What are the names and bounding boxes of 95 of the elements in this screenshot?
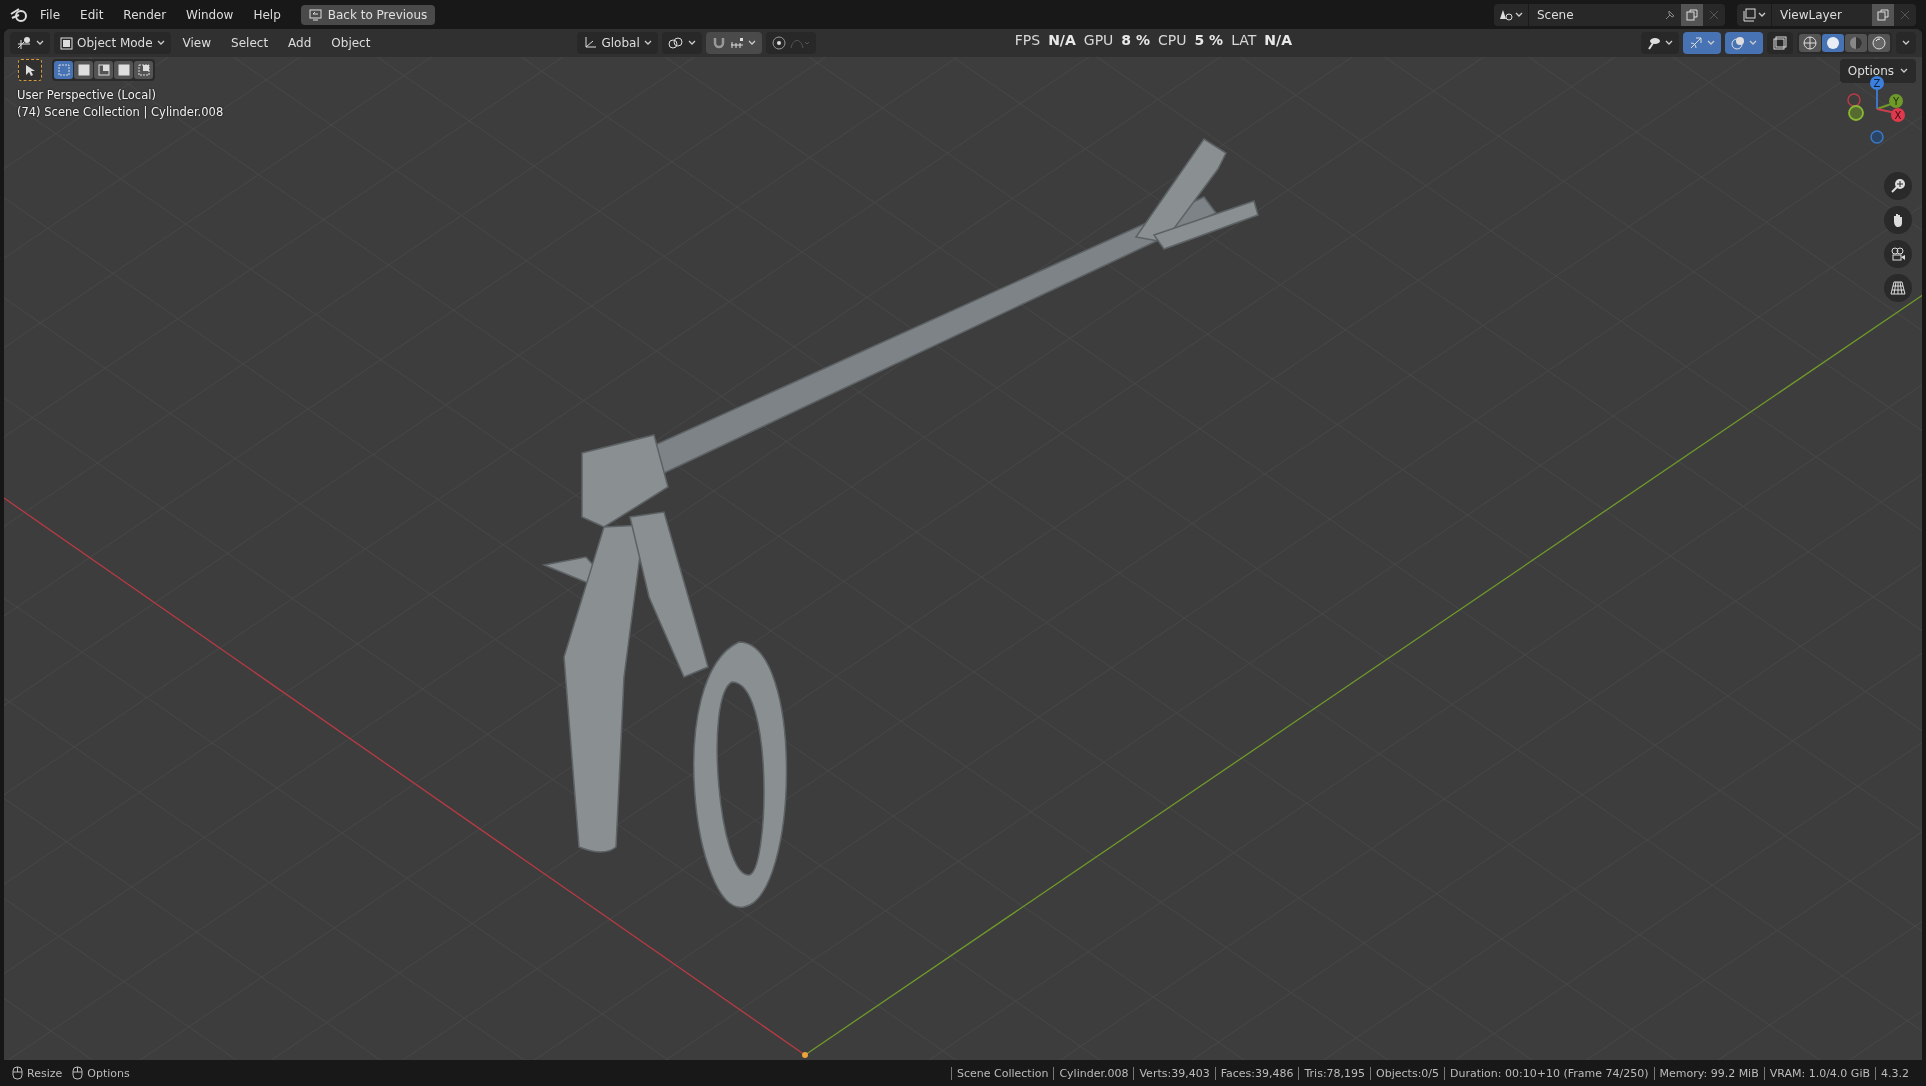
status-stat: Duration: 00:10+10 (Frame 74/250) bbox=[1444, 1066, 1654, 1080]
shading-mode-button[interactable] bbox=[1799, 34, 1821, 52]
pan-button[interactable] bbox=[1884, 206, 1912, 234]
axes-icon bbox=[583, 36, 598, 50]
chevron-icon bbox=[1665, 40, 1673, 46]
header-menu[interactable]: Select bbox=[223, 32, 277, 54]
cube-icon bbox=[60, 36, 73, 50]
overlay-circles-icon bbox=[1731, 36, 1745, 50]
chevron-icon bbox=[1707, 40, 1715, 46]
selection-mode-button[interactable] bbox=[54, 61, 73, 79]
camera-button[interactable] bbox=[1884, 240, 1912, 268]
status-stat: Verts:39,403 bbox=[1133, 1066, 1215, 1080]
chevron-icon bbox=[687, 40, 696, 46]
mode-dropdown[interactable]: Object Mode bbox=[54, 32, 171, 54]
zoom-in-icon bbox=[1890, 178, 1906, 194]
editor-type-button[interactable] bbox=[10, 32, 50, 54]
projection-button[interactable] bbox=[1884, 274, 1912, 302]
shading-mode-button[interactable] bbox=[1845, 34, 1867, 52]
snap-toggle[interactable] bbox=[705, 32, 762, 54]
chevron-icon bbox=[1749, 40, 1757, 46]
gizmo-toggle[interactable] bbox=[1683, 32, 1721, 54]
view-layer-selector[interactable]: ViewLayer bbox=[1737, 3, 1916, 26]
duplicate-icon[interactable] bbox=[1877, 8, 1889, 21]
status-stat: Tris:78,195 bbox=[1298, 1066, 1371, 1080]
chevron-icon bbox=[1900, 68, 1908, 74]
object-context-label: (74) Scene Collection | Cylinder.008 bbox=[17, 105, 224, 119]
zoom-button[interactable] bbox=[1884, 172, 1912, 200]
status-stat: Memory: 99.2 MiB bbox=[1653, 1066, 1764, 1080]
stat-label: LAT bbox=[1231, 32, 1257, 48]
menu-item[interactable]: Window bbox=[178, 4, 242, 25]
menu-item[interactable]: File bbox=[32, 4, 69, 25]
view-name-label: User Perspective (Local) bbox=[17, 88, 157, 102]
selection-mode-button[interactable] bbox=[114, 61, 133, 79]
stat-label: GPU bbox=[1083, 32, 1114, 48]
shading-dropdown[interactable] bbox=[1896, 32, 1916, 54]
link-icon bbox=[667, 36, 684, 50]
status-stat: VRAM: 1.0/4.0 GiB bbox=[1763, 1066, 1875, 1080]
chevron-icon bbox=[156, 40, 165, 46]
chevron-icon bbox=[36, 40, 44, 46]
duplicate-icon[interactable] bbox=[1686, 8, 1698, 21]
falloff-curve-icon bbox=[789, 37, 810, 49]
view-layer-name-field[interactable]: ViewLayer bbox=[1772, 7, 1872, 22]
stat-label: CPU bbox=[1158, 32, 1187, 48]
status-stat: Scene Collection bbox=[950, 1066, 1054, 1080]
app-logo-icon[interactable] bbox=[10, 7, 28, 22]
status-stat: Cylinder.008 bbox=[1053, 1066, 1134, 1080]
chevron-icon bbox=[1902, 40, 1910, 46]
scene-name-field[interactable]: Scene bbox=[1529, 7, 1659, 22]
stat-value: 5 % bbox=[1194, 32, 1224, 48]
stat-label: FPS bbox=[1014, 32, 1041, 48]
chevron-icon bbox=[1758, 11, 1766, 18]
visibility-dropdown[interactable] bbox=[1641, 32, 1679, 54]
status-hint: Resize bbox=[27, 1066, 63, 1080]
grid-icon bbox=[1890, 280, 1906, 296]
increment-icon bbox=[729, 37, 744, 49]
back-to-previous-button[interactable]: Back to Previous bbox=[300, 4, 436, 25]
header-menu[interactable]: View bbox=[174, 32, 220, 54]
header-menu[interactable]: Add bbox=[280, 32, 320, 54]
overlays-toggle[interactable] bbox=[1725, 32, 1763, 54]
origin-dot bbox=[802, 1052, 808, 1058]
arrow-icon bbox=[1689, 36, 1703, 50]
status-stat: Objects:0/5 bbox=[1370, 1066, 1445, 1080]
orientation-dropdown[interactable]: Global bbox=[577, 32, 658, 54]
status-stat: Faces:39,486 bbox=[1214, 1066, 1299, 1080]
camera-icon bbox=[1890, 246, 1906, 262]
target-icon bbox=[771, 36, 786, 50]
pin-icon[interactable] bbox=[1664, 8, 1676, 21]
shading-mode-button[interactable] bbox=[1822, 34, 1844, 52]
stat-value: N/A bbox=[1264, 32, 1292, 48]
xray-toggle[interactable] bbox=[1767, 32, 1793, 54]
xray-icon bbox=[1773, 36, 1787, 50]
selection-mode-button[interactable] bbox=[134, 61, 153, 79]
selection-mode-button[interactable] bbox=[74, 61, 93, 79]
stat-value: N/A bbox=[1048, 32, 1076, 48]
menu-item[interactable]: Help bbox=[245, 4, 289, 25]
chevron-icon bbox=[1515, 11, 1523, 18]
shading-mode-button[interactable] bbox=[1868, 34, 1890, 52]
proportional-edit-button[interactable] bbox=[765, 32, 816, 54]
menu-item[interactable]: Edit bbox=[72, 4, 112, 25]
menu-item[interactable]: Render bbox=[115, 4, 175, 25]
screen-icon bbox=[308, 8, 322, 21]
pivot-dropdown[interactable] bbox=[661, 32, 702, 54]
header-menu[interactable]: Object bbox=[323, 32, 379, 54]
chevron-icon bbox=[747, 40, 756, 46]
axes-icon bbox=[16, 36, 32, 50]
chevron-icon bbox=[643, 40, 652, 46]
select-tool-button[interactable] bbox=[18, 59, 42, 81]
status-hint: Options bbox=[87, 1066, 130, 1080]
status-stat: 4.3.2 bbox=[1875, 1066, 1914, 1080]
magnet-icon bbox=[711, 36, 726, 50]
scene-selector[interactable]: Scene bbox=[1494, 3, 1725, 26]
stat-value: 8 % bbox=[1121, 32, 1150, 48]
image-stack-icon bbox=[1742, 7, 1756, 22]
selection-mode-button[interactable] bbox=[94, 61, 113, 79]
cursor-icon bbox=[25, 64, 35, 76]
